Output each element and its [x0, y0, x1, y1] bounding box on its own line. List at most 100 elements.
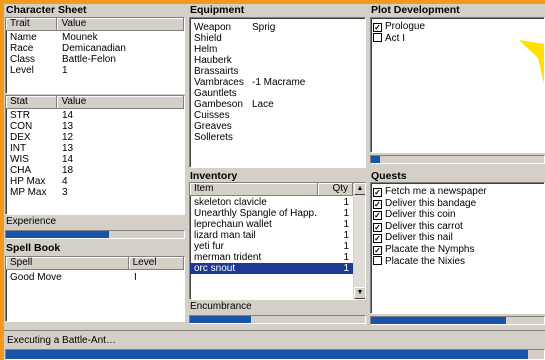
- quest-item[interactable]: ✓ Placate the Nymphs: [371, 244, 544, 256]
- trait-row[interactable]: Level 1: [6, 65, 184, 76]
- quests-bar-fill: [371, 317, 506, 324]
- traits-header-value[interactable]: Value: [57, 18, 184, 31]
- equipment-row[interactable]: Gauntlets: [190, 88, 365, 99]
- stat-row[interactable]: INT 13: [6, 143, 184, 154]
- checkbox-checked-icon[interactable]: ✓: [373, 234, 382, 244]
- inventory-row[interactable]: lizard man tail 1: [190, 230, 353, 241]
- equipment-row-value: [248, 110, 252, 121]
- spell-table[interactable]: Spell Level Good Move I: [5, 256, 185, 322]
- traits-table[interactable]: Trait Value Name Mounek Race Demicanadian Cl…: [5, 17, 185, 94]
- equipment-row-key: Greaves: [194, 121, 232, 132]
- equipment-panel: Equipment Weapon Sprig Shield Helm Hauberk Br…: [188, 4, 368, 170]
- inventory-row[interactable]: Unearthly Spangle of Happ... 1: [190, 208, 353, 219]
- equipment-row[interactable]: Helm: [190, 44, 365, 55]
- checkbox-checked-icon[interactable]: ✓: [373, 188, 382, 197]
- stat-row-value: 13: [62, 143, 74, 154]
- checkbox-checked-icon[interactable]: ✓: [373, 211, 382, 221]
- quest-item[interactable]: ✓ Deliver this carrot: [371, 221, 544, 233]
- stat-row[interactable]: HP Max 4: [6, 176, 184, 187]
- quest-item[interactable]: ✓ Deliver this nail: [371, 232, 544, 244]
- plot-item-label: Prologue: [385, 21, 426, 32]
- checkbox-checked-icon[interactable]: ✓: [373, 199, 382, 209]
- spell-header-level[interactable]: Level: [128, 257, 184, 270]
- checkbox-checked-icon[interactable]: ✓: [373, 245, 382, 255]
- trait-row[interactable]: Class Battle-Felon: [6, 54, 184, 65]
- inventory-row[interactable]: orc snout 1: [190, 263, 353, 274]
- equipment-row[interactable]: Greaves: [190, 121, 365, 132]
- equipment-row-value: [248, 66, 252, 77]
- equipment-row-value: [248, 44, 252, 55]
- equipment-list[interactable]: Weapon Sprig Shield Helm Hauberk Brassairts Va…: [189, 17, 366, 168]
- inventory-row[interactable]: yeti fur 1: [190, 241, 353, 252]
- stat-row-value: 3: [62, 187, 68, 198]
- trait-row-value: Demicanadian: [62, 43, 126, 54]
- trait-row[interactable]: Race Demicanadian: [6, 43, 184, 54]
- stat-row-key: HP Max: [10, 176, 46, 187]
- inventory-row-value: 1: [343, 208, 349, 219]
- task-progress-bar-fill: [6, 350, 528, 359]
- scroll-up-icon[interactable]: ▲: [354, 183, 365, 195]
- status-task-label: Executing a Battle-Ant…: [7, 335, 116, 346]
- plot-title: Plot Development: [371, 4, 460, 16]
- equipment-row[interactable]: Brassairts: [190, 66, 365, 77]
- stat-row[interactable]: STR 14: [6, 110, 184, 121]
- equipment-row-key: Cuisses: [194, 110, 230, 121]
- equipment-row-key: Hauberk: [194, 55, 232, 66]
- inventory-table[interactable]: Item Qty skeleton clavicle 1 Unearthly Spa…: [189, 182, 366, 300]
- equipment-row[interactable]: Gambeson Lace: [190, 99, 365, 110]
- spell-row[interactable]: Good Move I: [6, 272, 184, 283]
- equipment-row-value: Lace: [252, 99, 274, 110]
- stat-row[interactable]: DEX 12: [6, 132, 184, 143]
- quest-item[interactable]: ✓ Fetch me a newspaper: [371, 186, 544, 198]
- stat-row[interactable]: WIS 14: [6, 154, 184, 165]
- inventory-row-key: leprechaun wallet: [194, 219, 272, 230]
- plot-list[interactable]: ✓ Prologue Act I: [370, 17, 545, 153]
- inventory-scrollbar[interactable]: ▲ ▼: [353, 183, 365, 299]
- yellow-arrow-icon: [519, 40, 544, 84]
- inventory-row-key: orc snout: [194, 263, 236, 274]
- plot-item-label: Act I: [385, 32, 406, 44]
- equipment-row[interactable]: Weapon Sprig: [190, 22, 365, 33]
- inventory-row[interactable]: leprechaun wallet 1: [190, 219, 353, 230]
- plot-item[interactable]: ✓ Prologue: [371, 21, 544, 33]
- stat-row[interactable]: MP Max 3: [6, 187, 184, 198]
- inventory-header-qty[interactable]: Qty: [318, 183, 353, 196]
- spell-book-panel: Spell Book Spell Level Good Move I: [4, 242, 186, 326]
- stat-row[interactable]: CON 13: [6, 121, 184, 132]
- checkbox-checked-icon[interactable]: ✓: [373, 23, 382, 32]
- equipment-row[interactable]: Vambraces -1 Macrame: [190, 77, 365, 88]
- inventory-row[interactable]: skeleton clavicle 1: [190, 197, 353, 208]
- quest-item-label: Deliver this nail: [385, 232, 453, 244]
- stats-table[interactable]: Stat Value STR 14 CON 13 DEX 12 INT 13 WIS 14 CHA 1…: [5, 95, 185, 215]
- checkbox-unchecked-icon[interactable]: [373, 32, 382, 42]
- equipment-row-key: Gauntlets: [194, 88, 237, 99]
- equipment-row[interactable]: Sollerets: [190, 132, 365, 143]
- inventory-header-item[interactable]: Item: [190, 183, 319, 196]
- trait-row[interactable]: Name Mounek: [6, 32, 184, 43]
- stat-row-key: MP Max: [10, 187, 47, 198]
- stats-header-stat[interactable]: Stat: [6, 96, 58, 109]
- checkbox-checked-icon[interactable]: ✓: [373, 222, 382, 232]
- main-window: Character Sheet Trait Value Name Mounek Ra…: [4, 4, 545, 360]
- equipment-row[interactable]: Hauberk: [190, 55, 365, 66]
- stat-row-value: 18: [62, 165, 74, 176]
- quests-list[interactable]: ✓ Fetch me a newspaper ✓ Deliver this banda…: [370, 182, 545, 314]
- inventory-panel: Inventory Item Qty skeleton clavicle 1 Une…: [188, 170, 368, 330]
- quest-item[interactable]: ✓ Deliver this coin: [371, 209, 544, 221]
- equipment-row[interactable]: Shield: [190, 33, 365, 44]
- equipment-row-value: Sprig: [252, 22, 276, 33]
- inventory-row[interactable]: merman trident 1: [190, 252, 353, 263]
- equipment-row[interactable]: Cuisses: [190, 110, 365, 121]
- checkbox-unchecked-icon[interactable]: [373, 255, 382, 265]
- quest-item[interactable]: Placate the Nixies: [371, 255, 544, 268]
- quest-item-label: Deliver this carrot: [385, 220, 463, 232]
- quest-item[interactable]: ✓ Deliver this bandage: [371, 198, 544, 210]
- stat-row[interactable]: CHA 18: [6, 165, 184, 176]
- stats-header-value[interactable]: Value: [57, 96, 184, 109]
- equipment-row-key: Vambraces: [194, 77, 244, 88]
- scroll-down-icon[interactable]: ▼: [354, 287, 365, 299]
- character-sheet-panel: Character Sheet Trait Value Name Mounek Ra…: [4, 4, 186, 247]
- traits-header-trait[interactable]: Trait: [6, 18, 58, 31]
- spell-header-spell[interactable]: Spell: [6, 257, 129, 270]
- quest-item-label: Placate the Nymphs: [385, 243, 475, 255]
